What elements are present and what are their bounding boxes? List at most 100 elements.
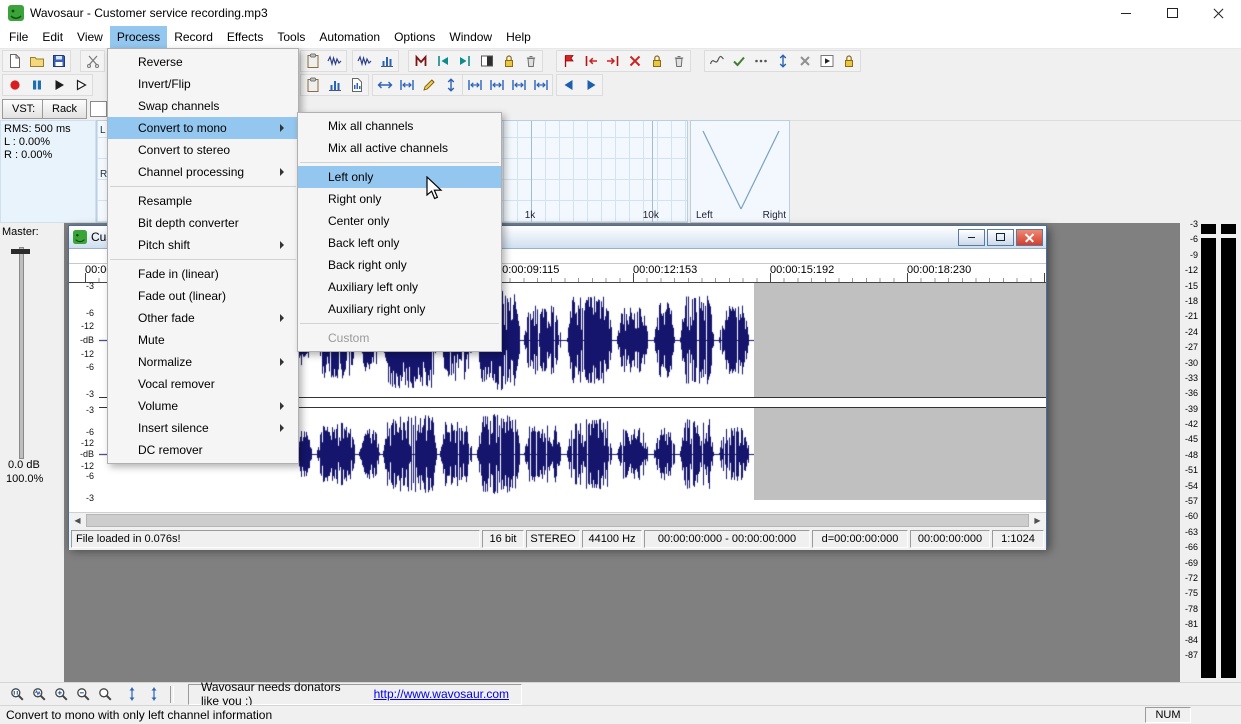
menu-effects[interactable]: Effects	[220, 26, 270, 48]
delete-marker-icon[interactable]	[520, 51, 541, 71]
paste-icon[interactable]	[302, 51, 323, 71]
horizontal-scrollbar[interactable]: ◀ ▶	[69, 512, 1046, 528]
go-to-end-icon[interactable]	[580, 75, 601, 95]
vertical-zoom-out-icon[interactable]	[143, 684, 164, 704]
lock-icon[interactable]	[838, 51, 859, 71]
play-icon[interactable]	[48, 75, 69, 95]
submenu-item-back-left-only[interactable]: Back left only	[298, 232, 501, 254]
zoom-in-icon[interactable]	[50, 684, 71, 704]
process-menu-item-other-fade[interactable]: Other fade	[108, 307, 298, 329]
process-menu-item-fade-in-linear[interactable]: Fade in (linear)	[108, 263, 298, 285]
process-menu-item-normalize[interactable]: Normalize	[108, 351, 298, 373]
options-dots-icon[interactable]	[750, 51, 771, 71]
envelope-icon[interactable]	[706, 51, 727, 71]
extend-selection-right-icon[interactable]	[486, 75, 507, 95]
minimize-button[interactable]	[1103, 0, 1149, 26]
draw-tool-icon[interactable]	[418, 75, 439, 95]
submenu-item-auxiliary-left-only[interactable]: Auxiliary left only	[298, 276, 501, 298]
submenu-item-back-right-only[interactable]: Back right only	[298, 254, 501, 276]
menu-view[interactable]: View	[70, 26, 110, 48]
document-minimize-button[interactable]	[958, 229, 985, 246]
lock-markers-icon[interactable]	[498, 51, 519, 71]
vst-rack-button[interactable]: Rack	[42, 99, 87, 119]
process-menu-item-invert-flip[interactable]: Invert/Flip	[108, 73, 298, 95]
vertical-zoom-in-icon[interactable]	[121, 684, 142, 704]
process-menu-item-convert-to-mono[interactable]: Convert to mono	[108, 117, 298, 139]
menu-window[interactable]: Window	[442, 26, 499, 48]
menu-file[interactable]: File	[2, 26, 35, 48]
cut-icon[interactable]	[82, 51, 103, 71]
copy-waveform-icon[interactable]	[354, 51, 375, 71]
insert-marker-icon[interactable]	[410, 51, 431, 71]
process-menu-item-channel-processing[interactable]: Channel processing	[108, 161, 298, 183]
loop-end-icon[interactable]	[602, 51, 623, 71]
zoom-out-icon[interactable]	[72, 684, 93, 704]
select-to-end-icon[interactable]	[476, 51, 497, 71]
process-menu-item-fade-out-linear[interactable]: Fade out (linear)	[108, 285, 298, 307]
process-menu-item-insert-silence[interactable]: Insert silence	[108, 417, 298, 439]
go-to-start-icon[interactable]	[558, 75, 579, 95]
menu-record[interactable]: Record	[167, 26, 220, 48]
process-menu-item-bit-depth-converter[interactable]: Bit depth converter	[108, 212, 298, 234]
previous-marker-icon[interactable]	[432, 51, 453, 71]
submenu-item-left-only[interactable]: Left only	[298, 166, 501, 188]
menu-options[interactable]: Options	[387, 26, 442, 48]
paste-mix-icon[interactable]	[302, 75, 323, 95]
menu-process[interactable]: Process	[110, 26, 167, 48]
save-icon[interactable]	[48, 51, 69, 71]
menu-automation[interactable]: Automation	[312, 26, 387, 48]
menu-edit[interactable]: Edit	[35, 26, 70, 48]
analysis-icon[interactable]	[346, 75, 367, 95]
submenu-item-mix-all-active-channels[interactable]: Mix all active channels	[298, 137, 501, 159]
next-marker-icon[interactable]	[454, 51, 475, 71]
vst-button[interactable]: VST:	[2, 99, 45, 119]
new-file-icon[interactable]	[4, 51, 25, 71]
record-icon[interactable]	[4, 75, 25, 95]
scrollbar-thumb[interactable]	[86, 514, 1029, 527]
process-menu-item-pitch-shift[interactable]: Pitch shift	[108, 234, 298, 256]
menu-help[interactable]: Help	[499, 26, 538, 48]
process-menu-item-mute[interactable]: Mute	[108, 329, 298, 351]
process-menu-item-convert-to-stereo[interactable]: Convert to stereo	[108, 139, 298, 161]
process-menu-item-dc-remover[interactable]: DC remover	[108, 439, 298, 461]
close-button[interactable]	[1195, 0, 1241, 26]
submenu-item-right-only[interactable]: Right only	[298, 188, 501, 210]
lock-loop-icon[interactable]	[646, 51, 667, 71]
document-restore-button[interactable]	[987, 229, 1014, 246]
preview-icon[interactable]	[816, 51, 837, 71]
submenu-item-auxiliary-right-only[interactable]: Auxiliary right only	[298, 298, 501, 320]
master-fader-handle[interactable]	[11, 249, 30, 254]
vertical-zoom-icon[interactable]	[772, 51, 793, 71]
scrub-icon[interactable]	[440, 75, 461, 95]
paste-special-icon[interactable]	[324, 51, 345, 71]
delete-all-loops-icon[interactable]	[668, 51, 689, 71]
zoom-wave-icon[interactable]	[28, 684, 49, 704]
select-all-icon[interactable]	[374, 75, 395, 95]
statistics-icon[interactable]	[324, 75, 345, 95]
pause-icon[interactable]	[26, 75, 47, 95]
submenu-item-center-only[interactable]: Center only	[298, 210, 501, 232]
submenu-item-custom[interactable]: Custom	[298, 327, 501, 349]
zoom-selection-icon[interactable]	[6, 684, 27, 704]
selection-tool-icon[interactable]	[396, 75, 417, 95]
process-menu-item-swap-channels[interactable]: Swap channels	[108, 95, 298, 117]
scroll-left-arrow[interactable]: ◀	[69, 513, 86, 528]
cancel-icon[interactable]	[794, 51, 815, 71]
vst-preset-box[interactable]	[90, 101, 107, 117]
zoom-all-icon[interactable]	[94, 684, 115, 704]
open-file-icon[interactable]	[26, 51, 47, 71]
menu-tools[interactable]: Tools	[270, 26, 312, 48]
process-menu-item-resample[interactable]: Resample	[108, 190, 298, 212]
loop-marker-icon[interactable]	[558, 51, 579, 71]
process-menu-item-reverse[interactable]: Reverse	[108, 51, 298, 73]
master-fader-track[interactable]	[19, 247, 24, 459]
delete-loop-icon[interactable]	[624, 51, 645, 71]
loop-start-icon[interactable]	[580, 51, 601, 71]
extend-selection-left-icon[interactable]	[464, 75, 485, 95]
maximize-button[interactable]	[1149, 0, 1195, 26]
process-menu-item-volume[interactable]: Volume	[108, 395, 298, 417]
apply-icon[interactable]	[728, 51, 749, 71]
submenu-item-mix-all-channels[interactable]: Mix all channels	[298, 115, 501, 137]
play-selection-icon[interactable]	[70, 75, 91, 95]
document-close-button[interactable]	[1016, 229, 1043, 246]
